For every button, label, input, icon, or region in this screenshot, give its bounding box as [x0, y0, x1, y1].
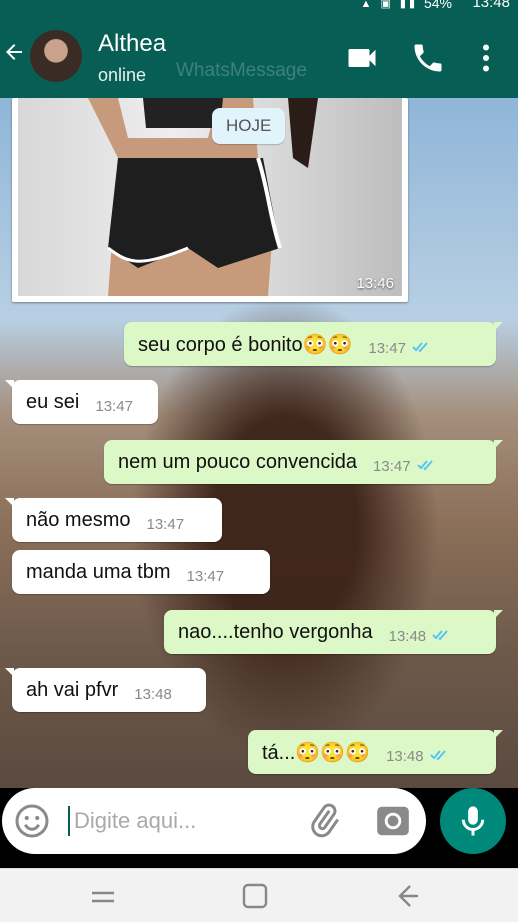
chat-area[interactable]: 13:46 HOJE seu corpo é bonito😳😳 13:47 eu… — [0, 98, 518, 788]
contact-name[interactable]: Althea — [98, 30, 166, 58]
message-text: eu sei — [26, 390, 80, 413]
message-bubble-incoming[interactable]: eu sei 13:47 — [5, 380, 158, 424]
status-bar: ▲ ▣ ▮▮ 54% 13:48 — [0, 0, 518, 12]
message-bubble-outgoing[interactable]: nao....tenho vergonha 13:48 — [164, 610, 503, 654]
read-ticks-icon — [429, 750, 446, 761]
message-time: 13:47 — [368, 339, 406, 357]
message-text: nem um pouco convencida — [118, 450, 358, 473]
signal-icons: ▲ ▣ ▮▮ — [360, 0, 418, 10]
clock: 13:48 — [472, 0, 510, 11]
date-chip: HOJE — [212, 108, 286, 144]
mic-button[interactable] — [440, 788, 506, 854]
message-bubble-incoming[interactable]: ah vai pfvr 13:48 — [5, 668, 206, 712]
emoji-icon[interactable] — [14, 803, 50, 839]
text-caret — [68, 806, 70, 836]
message-time: 13:48 — [134, 685, 172, 703]
message-bubble-incoming[interactable]: manda uma tbm 13:47 — [12, 550, 270, 594]
attach-icon[interactable] — [306, 802, 342, 838]
photo-timestamp: 13:46 — [356, 275, 394, 292]
message-bubble-incoming[interactable]: não mesmo 13:47 — [5, 498, 222, 542]
video-call-icon[interactable] — [344, 40, 380, 76]
read-ticks-icon — [416, 460, 433, 471]
message-time: 13:48 — [388, 627, 427, 645]
system-nav-bar — [0, 868, 518, 922]
message-text: tá...😳😳😳 — [262, 741, 371, 764]
back-nav-icon[interactable] — [392, 881, 422, 911]
read-ticks-icon — [432, 630, 448, 641]
mic-icon — [461, 806, 485, 836]
more-vert-icon[interactable] — [468, 40, 504, 76]
message-time: 13:47 — [186, 567, 225, 585]
chat-header: Althea online WhatsMessage — [0, 12, 518, 98]
message-text: nao....tenho vergonha — [178, 620, 373, 643]
photo-message[interactable]: 13:46 — [12, 98, 408, 302]
message-text: não mesmo — [26, 508, 131, 531]
battery-level: 54% — [423, 0, 452, 11]
message-time: 13:47 — [146, 515, 185, 533]
photo-thumbnail[interactable] — [18, 98, 402, 296]
phone-icon[interactable] — [410, 40, 446, 76]
avatar[interactable] — [30, 30, 82, 82]
message-bubble-outgoing[interactable]: seu corpo é bonito😳😳 13:47 — [124, 322, 503, 366]
recent-apps-icon[interactable] — [88, 881, 118, 911]
message-bubble-outgoing[interactable]: tá...😳😳😳 13:48 — [248, 730, 503, 774]
read-ticks-icon — [412, 342, 428, 353]
photo-figure — [88, 98, 318, 296]
message-time: 13:48 — [386, 747, 424, 765]
message-time: 13:47 — [373, 457, 411, 475]
message-time: 13:47 — [95, 397, 133, 415]
home-icon[interactable] — [240, 881, 270, 911]
composer-bar — [0, 788, 518, 868]
back-arrow-icon[interactable] — [2, 40, 26, 64]
camera-icon[interactable] — [374, 802, 412, 840]
message-input[interactable] — [72, 800, 296, 842]
message-bubble-outgoing[interactable]: nem um pouco convencida 13:47 — [104, 440, 503, 484]
message-text: ah vai pfvr — [26, 678, 119, 701]
message-text: manda uma tbm — [26, 560, 171, 583]
message-composer[interactable] — [2, 788, 426, 854]
watermark: WhatsMessage — [176, 60, 307, 81]
message-text: seu corpo é bonito😳😳 — [138, 333, 353, 356]
contact-status: online — [98, 65, 147, 85]
